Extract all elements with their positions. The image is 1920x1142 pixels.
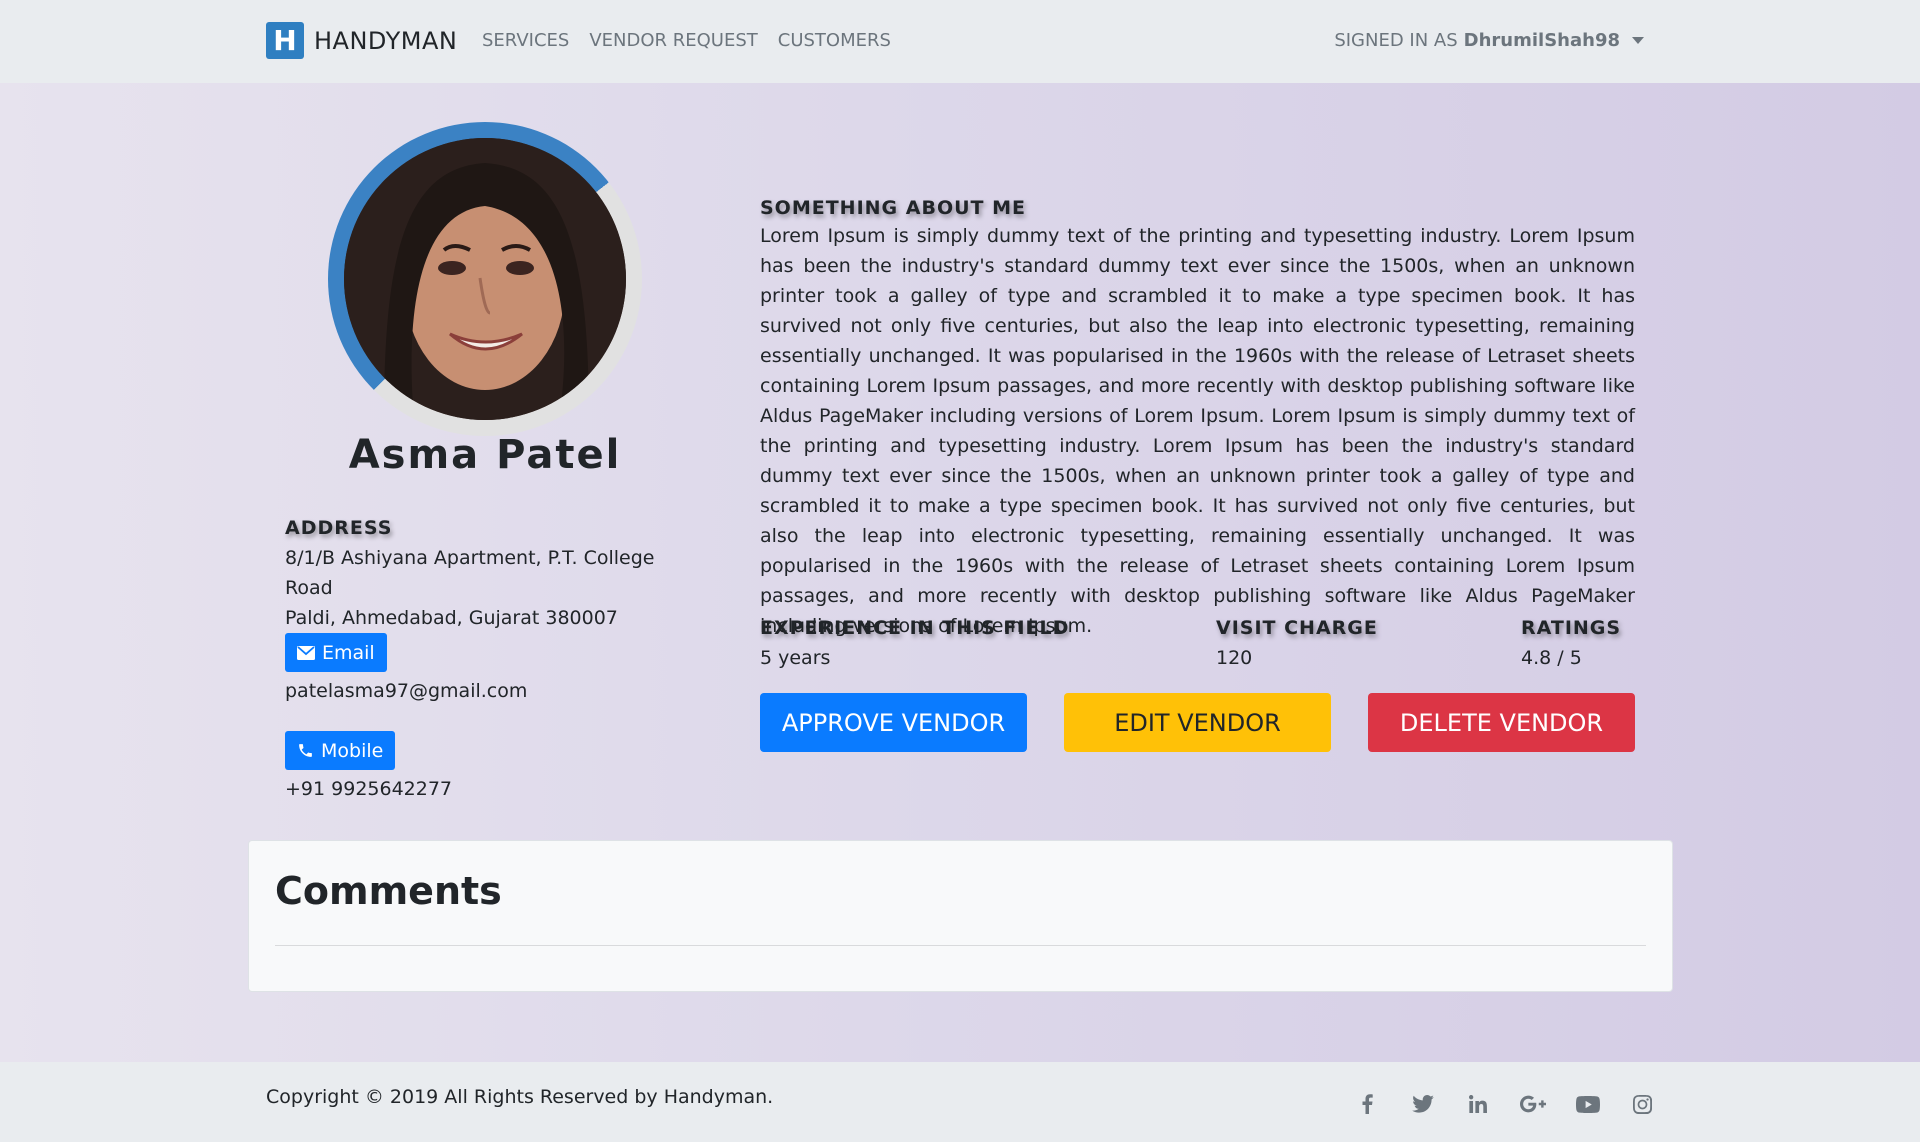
mobile-section: Mobile +91 9925642277 [285,731,452,800]
visit-charge-stat: VISIT CHARGE 120 [1216,617,1378,669]
envelope-icon [297,645,315,660]
mobile-value: +91 9925642277 [285,778,453,800]
nav-link-customers[interactable]: CUSTOMERS [778,30,891,51]
nav-link-vendor-request[interactable]: VENDOR REQUEST [589,30,757,51]
email-badge: Email [285,633,387,672]
visit-charge-label: VISIT CHARGE [1216,617,1378,639]
nav-link-services[interactable]: SERVICES [482,30,569,51]
stats-row: EXPERIENCE IN THIS FIELD 5 years VISIT C… [760,617,1635,677]
twitter-icon[interactable] [1395,1092,1450,1116]
ratings-value: 4.8 / 5 [1521,647,1582,669]
avatar-ring [328,122,642,436]
experience-label: EXPERIENCE IN THIS FIELD [760,617,1070,639]
address-section: ADDRESS 8/1/B Ashiyana Apartment, P.T. C… [285,517,705,633]
email-section: Email patelasma97@gmail.com [285,633,527,702]
about-text: Lorem Ipsum is simply dummy text of the … [760,225,1635,637]
username: DhrumilShah98 [1463,30,1620,51]
ratings-stat: RATINGS 4.8 / 5 [1521,617,1621,669]
google-plus-icon[interactable] [1505,1092,1560,1116]
brand-link[interactable]: H HANDYMAN [266,22,457,59]
visit-charge-value: 120 [1216,647,1253,669]
instagram-icon[interactable] [1615,1092,1670,1116]
email-label: Email [322,641,375,664]
vendor-actions: APPROVE VENDOR EDIT VENDOR DELETE VENDOR [760,693,1635,752]
address-line-1: 8/1/B Ashiyana Apartment, P.T. College R… [285,547,655,599]
footer: Copyright © 2019 All Rights Reserved by … [0,1062,1920,1142]
edit-vendor-button[interactable]: EDIT VENDOR [1064,693,1331,752]
experience-value: 5 years [760,647,831,669]
address-line-2: Paldi, Ahmedabad, Gujarat 380007 [285,607,618,629]
experience-stat: EXPERIENCE IN THIS FIELD 5 years [760,617,1069,669]
copyright-text: Copyright © 2019 All Rights Reserved by … [266,1086,774,1108]
comments-heading: Comments [275,869,502,913]
email-value: patelasma97@gmail.com [285,680,528,702]
ratings-label: RATINGS [1521,617,1622,639]
avatar [344,138,626,420]
mobile-label: Mobile [321,739,384,762]
mobile-badge: Mobile [285,731,396,770]
avatar-photo [344,138,626,420]
vendor-name: Asma Patel [348,432,622,478]
caret-down-icon [1632,37,1644,44]
address-heading: ADDRESS [285,517,393,539]
about-heading: SOMETHING ABOUT ME [760,197,1026,219]
social-links [1340,1092,1670,1116]
facebook-icon[interactable] [1340,1092,1395,1116]
phone-icon [299,744,312,757]
comments-card: Comments [248,840,1673,992]
navbar: H HANDYMAN SERVICES VENDOR REQUEST CUSTO… [0,0,1920,83]
youtube-icon[interactable] [1560,1092,1615,1116]
user-menu-dropdown[interactable]: SIGNED IN AS DhrumilShah98 [1334,30,1644,51]
signed-in-prefix: SIGNED IN AS [1334,30,1458,51]
brand-name: HANDYMAN [314,26,458,55]
approve-vendor-button[interactable]: APPROVE VENDOR [760,693,1027,752]
comments-divider [275,945,1646,946]
about-section: SOMETHING ABOUT ME Lorem Ipsum is simply… [760,197,1635,641]
linkedin-icon[interactable] [1450,1092,1505,1116]
brand-logo-icon: H [266,22,304,59]
nav-links: SERVICES VENDOR REQUEST CUSTOMERS [482,30,911,51]
delete-vendor-button[interactable]: DELETE VENDOR [1368,693,1635,752]
